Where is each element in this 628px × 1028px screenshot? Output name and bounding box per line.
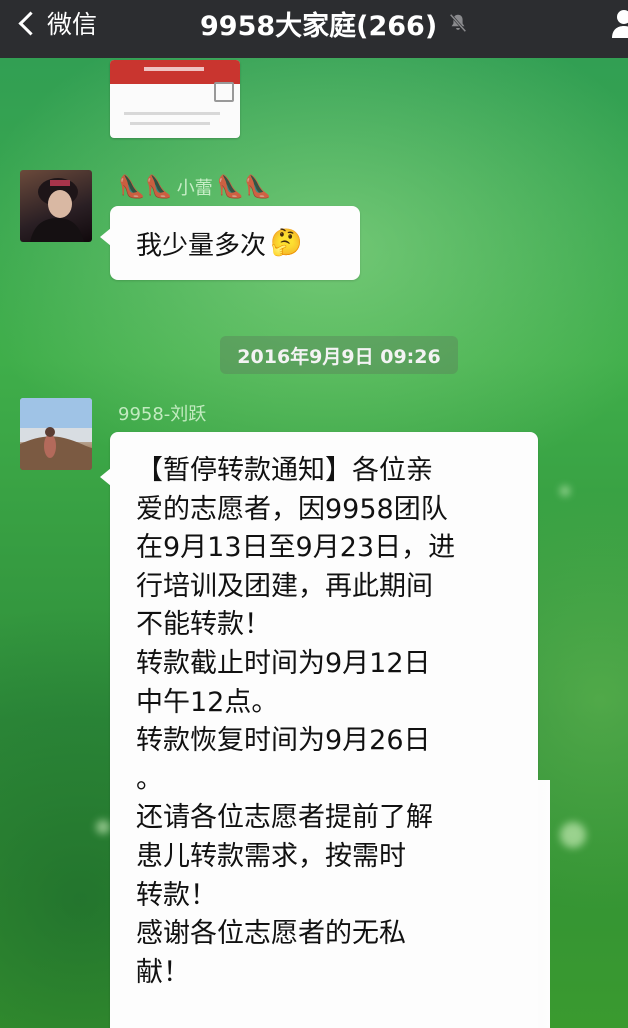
image-text-line	[124, 112, 220, 115]
avatar[interactable]	[20, 170, 92, 242]
image-text-line	[130, 122, 210, 125]
sender-name-row: 👠👠 小蕾 👠👠	[118, 174, 272, 200]
mute-bell-icon	[449, 13, 467, 33]
sender-name: 9958-刘跃	[118, 404, 207, 425]
timestamp: 2016年9月9日 09:26	[220, 336, 458, 374]
thinking-emoji-icon: 🤔	[270, 228, 303, 258]
background-bokeh	[96, 820, 110, 834]
sender-name: 小蕾	[176, 178, 213, 199]
title-bar: 微信 9958大家庭(266)	[0, 0, 628, 58]
message-text: 我少量多次	[136, 230, 267, 261]
image-message[interactable]	[110, 60, 240, 138]
background-bokeh	[560, 486, 570, 496]
back-label: 微信	[47, 10, 98, 39]
avatar-landscape	[20, 398, 92, 470]
image-checkbox	[214, 82, 234, 102]
image-fade-overlay	[430, 780, 550, 1028]
chat-title-group: 9958大家庭(266)	[200, 0, 469, 46]
heels-decoration: 👠👠	[216, 174, 272, 200]
image-header-strip	[110, 60, 240, 84]
chevron-left-icon	[18, 10, 43, 36]
back-button[interactable]: 微信	[12, 0, 97, 46]
avatar-portrait	[30, 178, 84, 242]
heels-decoration: 👠👠	[118, 174, 173, 200]
message-bubble[interactable]: 我少量多次 🤔	[100, 206, 360, 280]
image-header-text	[144, 67, 204, 71]
background-bokeh	[560, 822, 586, 848]
profile-icon[interactable]	[606, 8, 628, 38]
chat-title: 9958大家庭(266)	[200, 10, 438, 42]
avatar[interactable]	[20, 398, 92, 470]
